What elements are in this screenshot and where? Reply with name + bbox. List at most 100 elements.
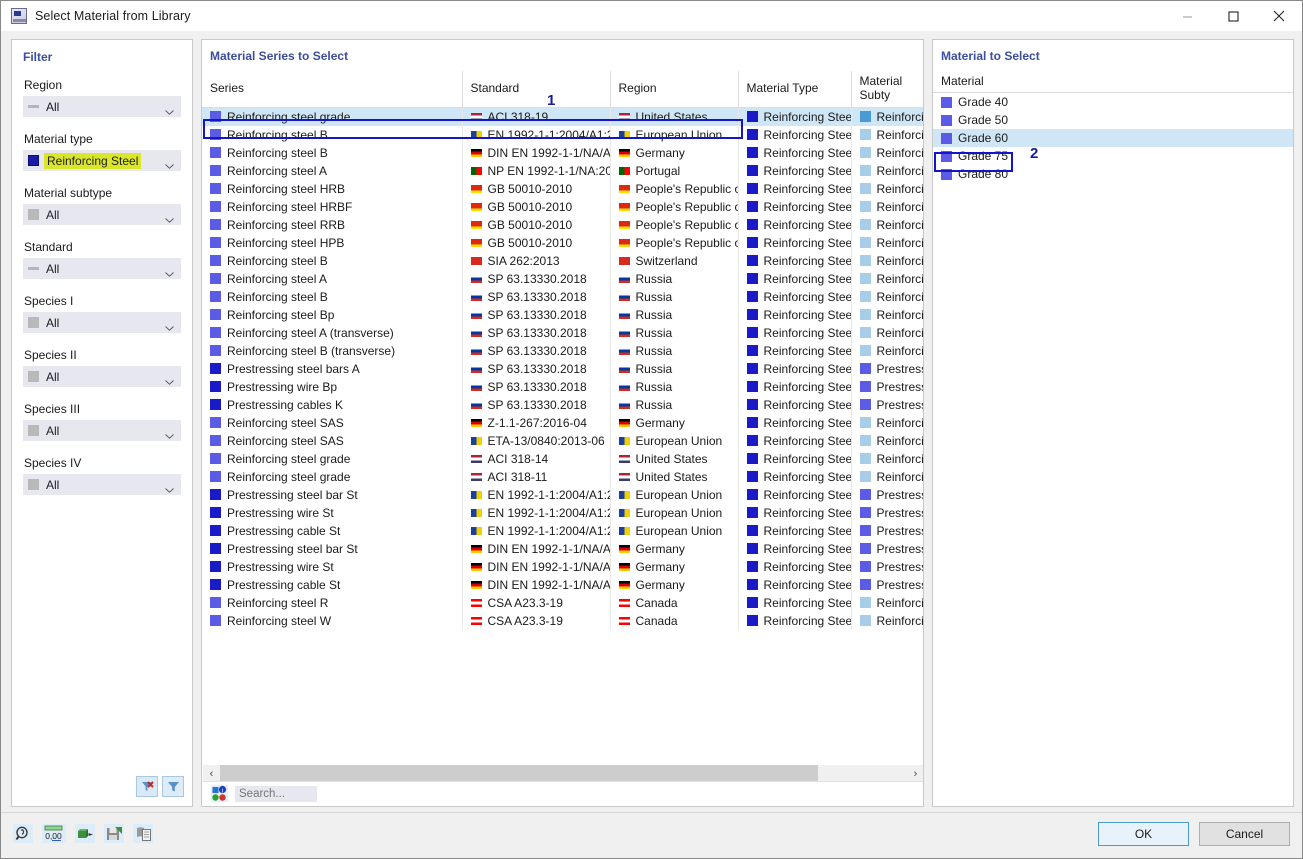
filter-select-species-i[interactable]: All <box>23 312 181 333</box>
cancel-button[interactable]: Cancel <box>1199 821 1290 846</box>
table-row[interactable]: Prestressing wire St DIN EN 1992-1-1/NA/A… <box>202 557 923 576</box>
filter-select-species-ii[interactable]: All <box>23 366 181 387</box>
scrollbar-thumb[interactable] <box>220 765 818 782</box>
maximize-icon[interactable] <box>1210 1 1256 31</box>
series-name: Prestressing steel bar St <box>227 541 358 556</box>
chevron-down-icon[interactable] <box>165 482 174 493</box>
cell-series: Reinforcing steel grade <box>202 449 463 468</box>
cell-standard: Z-1.1-267:2016-04 <box>462 413 611 432</box>
chevron-down-icon[interactable] <box>165 212 174 223</box>
filter-label-species-i: Species I <box>24 294 74 308</box>
material-subtype-name: Reinforcing <box>876 451 924 466</box>
table-row[interactable]: Prestressing cable St EN 1992-1-1:2004/A1… <box>202 521 923 540</box>
table-row[interactable]: Reinforcing steel B EN 1992-1-1:2004/A1:2… <box>202 125 923 144</box>
table-row[interactable]: Reinforcing steel Bp SP 63.13330.2018 Russ… <box>202 305 923 324</box>
series-name: Prestressing wire Bp <box>227 379 338 394</box>
table-row[interactable]: Reinforcing steel SAS ETA-13/0840:2013-06… <box>202 431 923 450</box>
filter-select-region[interactable]: All <box>23 96 181 117</box>
table-row[interactable]: Reinforcing steel HRB GB 50010-2010 People… <box>202 179 923 198</box>
apply-filter-button[interactable] <box>162 776 184 797</box>
table-row[interactable]: Reinforcing steel A (transverse) SP 63.13… <box>202 323 923 342</box>
chevron-down-icon[interactable] <box>165 428 174 439</box>
table-row[interactable]: Reinforcing steel B (transverse) SP 63.13… <box>202 341 923 360</box>
table-row[interactable]: Reinforcing steel B DIN EN 1992-1-1/NA/A1… <box>202 143 923 162</box>
save-icon[interactable] <box>104 824 124 843</box>
column-header-series[interactable]: Series <box>202 71 463 108</box>
close-icon[interactable] <box>1256 1 1302 31</box>
table-row[interactable]: Prestressing wire St EN 1992-1-1:2004/A1:… <box>202 503 923 522</box>
clear-filter-button[interactable] <box>136 776 158 797</box>
table-row[interactable]: Reinforcing steel HPB GB 50010-2010 People… <box>202 233 923 252</box>
table-row[interactable]: Reinforcing steel R CSA A23.3-19 Canada Rei… <box>202 593 923 612</box>
material-type-name: Reinforcing Steel <box>763 163 851 178</box>
table-row[interactable]: Reinforcing steel grade ACI 318-14 United … <box>202 449 924 468</box>
import-icon[interactable] <box>75 824 95 843</box>
list-item[interactable]: Grade 40 <box>933 93 1293 111</box>
list-item[interactable]: Grade 60 <box>933 129 1293 147</box>
table-row[interactable]: Reinforcing steel SAS Z-1.1-267:2016-04 Ge… <box>202 413 923 432</box>
column-header-material-type[interactable]: Material Type <box>738 71 852 108</box>
search-input[interactable] <box>235 785 317 802</box>
standard-name: SIA 262:2013 <box>487 253 560 268</box>
table-row[interactable]: Reinforcing steel A SP 63.13330.2018 Russi… <box>202 269 923 288</box>
cell-series: Prestressing wire Bp <box>202 377 463 396</box>
flag-icon-eu <box>470 490 482 499</box>
table-row[interactable]: Prestressing wire Bp SP 63.13330.2018 Russ… <box>202 377 923 396</box>
table-row[interactable]: Prestressing steel bar St DIN EN 1992-1-1… <box>202 539 923 558</box>
table-row[interactable]: Reinforcing steel grade ACI 318-11 United … <box>202 467 923 486</box>
scroll-right-icon[interactable]: › <box>907 765 923 782</box>
standard-name: GB 50010-2010 <box>487 181 573 196</box>
scroll-left-icon[interactable]: ‹ <box>203 765 220 782</box>
table-row[interactable]: Reinforcing steel grade ACI 318-19 United … <box>202 107 923 126</box>
filter-select-standard[interactable]: All <box>23 258 181 279</box>
chevron-down-icon[interactable] <box>165 158 174 169</box>
chevron-down-icon[interactable] <box>165 266 174 277</box>
magnifier-icon[interactable] <box>13 824 33 843</box>
ok-button[interactable]: OK <box>1098 821 1189 846</box>
cell-material-type: Reinforcing Steel <box>738 287 852 306</box>
table-row[interactable]: Prestressing cable St DIN EN 1992-1-1/NA/… <box>202 575 923 594</box>
column-header-region[interactable]: Region <box>610 71 739 108</box>
region-name: Germany <box>635 415 685 430</box>
table-row[interactable]: Prestressing steel bar St EN 1992-1-1:200… <box>202 485 923 504</box>
minimize-icon[interactable] <box>1164 1 1210 31</box>
material-type-swatch <box>746 471 758 482</box>
flag-icon-us <box>618 112 630 121</box>
table-row[interactable]: Prestressing cables K SP 63.13330.2018 Rus… <box>202 395 923 414</box>
search-filter-icon[interactable]: i <box>211 785 228 802</box>
copy-icon[interactable] <box>133 824 153 843</box>
series-horizontal-scrollbar[interactable]: ‹ › <box>203 765 923 782</box>
list-item[interactable]: Grade 75 <box>933 147 1293 165</box>
table-row[interactable]: Prestressing steel bars A SP 63.13330.201… <box>202 359 923 378</box>
cell-standard: DIN EN 1992-1-1/NA/A1:2... <box>462 143 611 162</box>
table-row[interactable]: Reinforcing steel HRBF GB 50010-2010 Peopl… <box>202 197 923 216</box>
cell-standard: SP 63.13330.2018 <box>462 305 611 324</box>
scrollbar-track[interactable] <box>220 765 907 782</box>
filter-select-species-iii[interactable]: All <box>23 420 181 441</box>
filter-select-species-iv[interactable]: All <box>23 474 181 495</box>
chevron-down-icon[interactable] <box>165 320 174 331</box>
chevron-down-icon[interactable] <box>165 374 174 385</box>
column-header-standard[interactable]: Standard <box>462 71 611 108</box>
list-item[interactable]: Grade 80 <box>933 165 1293 183</box>
number-format-icon[interactable]: 0,00 <box>42 824 66 843</box>
table-row[interactable]: Reinforcing steel B SIA 262:2013 Switzerla… <box>202 251 923 270</box>
flag-icon-de <box>470 580 482 589</box>
table-row[interactable]: Reinforcing steel A NP EN 1992-1-1/NA:201… <box>202 161 923 180</box>
table-row[interactable]: Reinforcing steel RRB GB 50010-2010 People… <box>202 215 923 234</box>
standard-name: ACI 318-11 <box>487 469 548 484</box>
list-item[interactable]: Grade 50 <box>933 111 1293 129</box>
cell-material-subtype: Reinforcing <box>851 215 923 234</box>
cell-standard: EN 1992-1-1:2004/A1:2014 <box>462 521 611 540</box>
table-row[interactable]: Reinforcing steel W CSA A23.3-19 Canada Rei… <box>202 611 923 630</box>
filter-select-material-subtype[interactable]: All <box>23 204 181 225</box>
table-row[interactable]: Reinforcing steel B SP 63.13330.2018 Russi… <box>202 287 923 306</box>
filter-select-material-type[interactable]: Reinforcing Steel <box>23 150 181 171</box>
cell-region: People's Republic of ... <box>610 197 739 216</box>
standard-name: ACI 318-19 <box>487 109 549 124</box>
series-color-swatch <box>210 237 221 248</box>
chevron-down-icon[interactable] <box>165 104 174 115</box>
column-header-material-subty[interactable]: Material Subty <box>851 71 923 108</box>
cell-series: Reinforcing steel HRBF <box>202 197 463 216</box>
series-name: Prestressing wire St <box>227 505 334 520</box>
